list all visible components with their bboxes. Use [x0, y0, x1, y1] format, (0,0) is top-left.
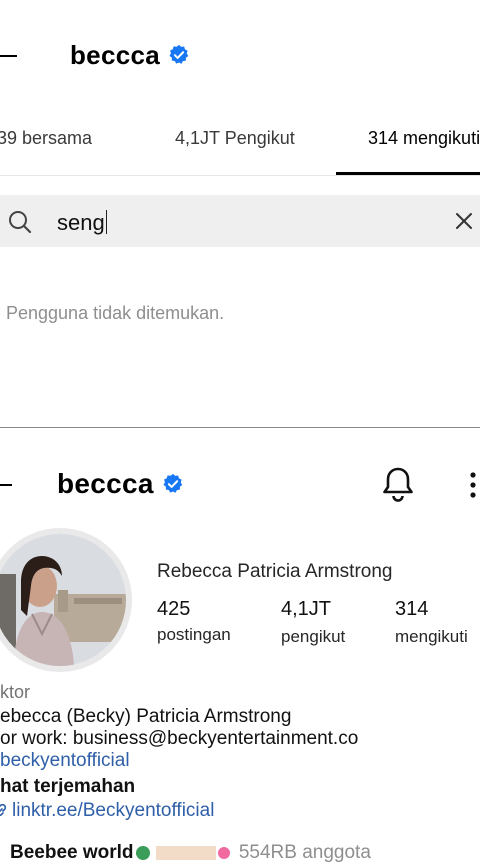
clear-search-icon[interactable]: [455, 212, 473, 230]
profile-title: beccca: [57, 467, 184, 501]
bio-work: or work: business@beckyentertainment.co: [0, 728, 359, 749]
category-label: ktor: [0, 682, 31, 702]
see-translation-link[interactable]: hat terjemahan: [0, 776, 135, 798]
back-arrow-icon[interactable]: [0, 55, 17, 57]
follow-tabs: 39 bersama 4,1JT Pengikut 314 mengikuti: [0, 124, 480, 154]
text-caret: [105, 210, 108, 234]
tab-followers[interactable]: 4,1JT Pengikut: [175, 128, 295, 149]
posts-count[interactable]: 425: [157, 598, 190, 621]
tab-following[interactable]: 314 mengikuti: [368, 128, 480, 149]
channel-name: Beebee world: [10, 842, 134, 863]
following-count[interactable]: 314: [395, 598, 428, 621]
empty-results-message: Pengguna tidak ditemukan.: [6, 303, 225, 323]
verified-badge-icon: [169, 44, 189, 64]
channel-members: 554RB anggota: [238, 842, 371, 863]
posts-label: postingan: [157, 625, 231, 644]
emoji-icon: [155, 846, 216, 860]
followers-count[interactable]: 4,1JT: [281, 598, 331, 621]
link-icon: [0, 803, 7, 817]
following-label: mengikuti: [395, 627, 468, 646]
avatar[interactable]: [0, 534, 126, 666]
external-link[interactable]: linktr.ee/Beckyentofficial: [0, 800, 214, 822]
heart-emoji-icon: [217, 847, 230, 859]
full-name: Rebecca Patricia Armstrong: [157, 561, 393, 582]
screenshot-divider: [0, 427, 480, 428]
username-label: beccca: [70, 40, 160, 70]
back-arrow-icon[interactable]: [0, 484, 12, 486]
bell-icon[interactable]: [381, 466, 415, 502]
bio-handle-link[interactable]: beckyentofficial: [0, 750, 130, 772]
divider: [0, 175, 480, 176]
globe-emoji-icon: [135, 846, 150, 860]
verified-badge-icon: [163, 473, 183, 493]
username-label: beccca: [57, 468, 154, 499]
search-input[interactable]: seng: [57, 210, 108, 235]
tab-mutual[interactable]: 39 bersama: [0, 128, 92, 149]
followers-label: pengikut: [281, 627, 346, 646]
more-options-icon[interactable]: [467, 471, 479, 499]
bio-name: ebecca (Becky) Patricia Armstrong: [0, 706, 292, 727]
channel-row[interactable]: Beebee world 554RB anggota: [10, 842, 371, 864]
page-title: beccca: [70, 38, 190, 72]
search-icon: [9, 211, 32, 234]
